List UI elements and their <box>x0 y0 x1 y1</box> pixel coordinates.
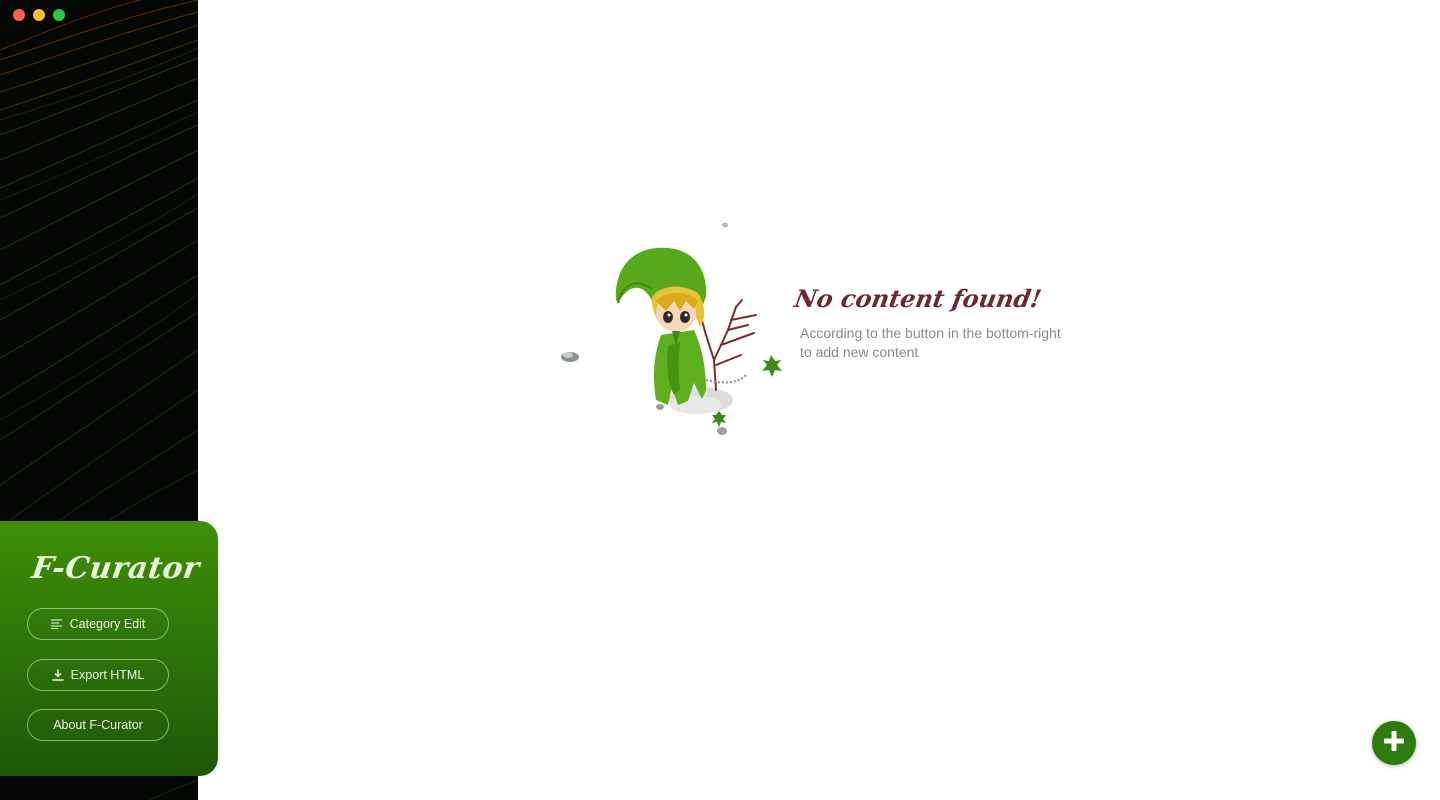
empty-state-line-1: According to the button in the bottom-ri… <box>800 325 1061 341</box>
minimize-window-button[interactable] <box>33 9 45 21</box>
empty-state-line-2: to add new content <box>800 344 919 360</box>
align-left-icon <box>50 619 63 629</box>
about-label: About F-Curator <box>53 718 143 732</box>
window-controls <box>13 9 65 21</box>
about-button[interactable]: About F-Curator <box>27 709 169 741</box>
add-content-button[interactable] <box>1372 721 1416 765</box>
category-edit-button[interactable]: Category Edit <box>27 608 169 640</box>
empty-state-title: No content found! <box>792 284 1044 313</box>
download-icon <box>52 669 64 681</box>
export-html-button[interactable]: Export HTML <box>27 659 169 691</box>
elf-character-illustration <box>561 222 782 435</box>
plus-icon <box>1382 729 1406 758</box>
close-window-button[interactable] <box>13 9 25 21</box>
empty-state-description: According to the button in the bottom-ri… <box>800 324 1100 362</box>
app-logo: F-Curator <box>29 551 202 586</box>
app-window: F-Curator Category Edit Export HTML Abou… <box>0 0 1440 800</box>
main-content: No content found! According to the butto… <box>198 0 1440 800</box>
maximize-window-button[interactable] <box>53 9 65 21</box>
sidebar-menu-panel: F-Curator Category Edit Export HTML Abou… <box>0 521 218 776</box>
export-html-label: Export HTML <box>70 668 145 682</box>
category-edit-label: Category Edit <box>69 617 146 631</box>
